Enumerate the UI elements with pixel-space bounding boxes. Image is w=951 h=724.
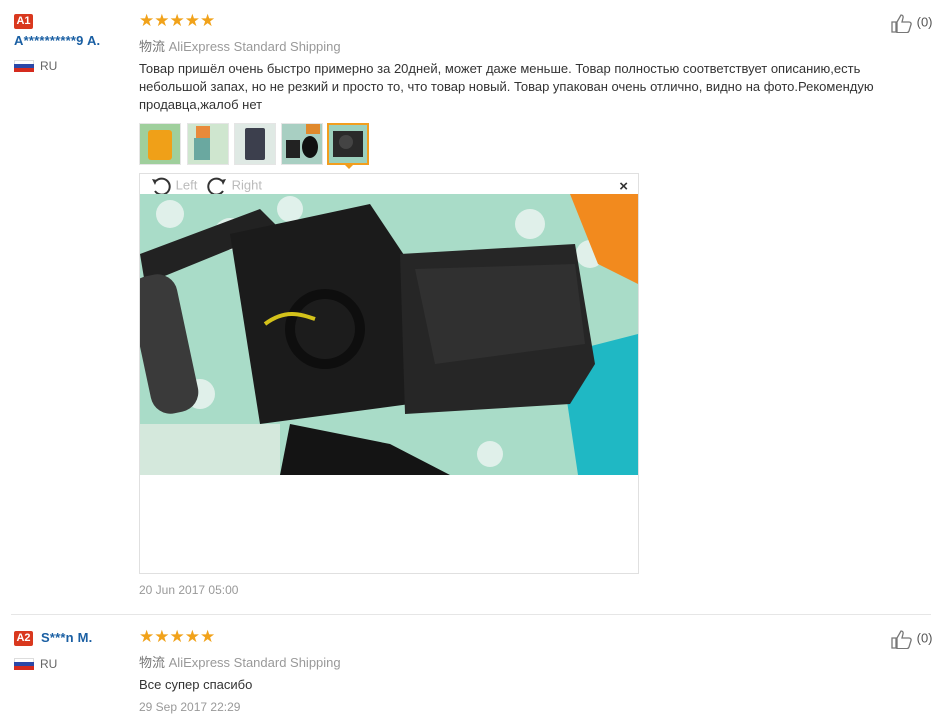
helpful-button[interactable]: (0): [891, 629, 933, 650]
buyer-level-badge: A1: [14, 14, 33, 29]
review-date: 29 Sep 2017 22:29: [139, 700, 241, 714]
russia-flag-icon: [14, 657, 34, 670]
rotate-left-label: Left: [175, 177, 198, 193]
buyer-name[interactable]: A**********9 A.: [14, 33, 100, 48]
rotate-left-icon: [152, 177, 171, 196]
close-icon[interactable]: ×: [619, 178, 628, 195]
star-rating: ★★★★★: [139, 11, 216, 30]
photo-thumbnail[interactable]: [281, 123, 323, 165]
review-photo: [140, 194, 638, 475]
helpful-count: (0): [916, 14, 933, 30]
country-code: RU: [40, 657, 58, 671]
thumbs-up-icon: [891, 630, 912, 650]
shipping-method: AliExpress Standard Shipping: [168, 39, 341, 54]
photo-thumbnail[interactable]: [139, 123, 181, 165]
review-text: Товар пришёл очень быстро примерно за 20…: [139, 61, 874, 112]
country-code: RU: [40, 59, 58, 73]
rotate-left-button[interactable]: Left: [150, 176, 197, 196]
buyer-country: RU: [14, 59, 57, 73]
selected-thumbnail-indicator: [343, 163, 355, 169]
star-rating: ★★★★★: [139, 627, 216, 646]
review-divider: [11, 614, 931, 615]
helpful-count: (0): [916, 630, 933, 646]
russia-flag-icon: [14, 59, 34, 72]
buyer-name[interactable]: S***n M.: [41, 630, 92, 645]
buyer-country: RU: [14, 657, 57, 671]
photo-viewer: Left Right ×: [139, 173, 639, 574]
buyer-level-badge: A2: [14, 631, 33, 646]
logistics-label: 物流: [139, 39, 166, 54]
shipping-method: AliExpress Standard Shipping: [168, 655, 341, 670]
photo-thumbnail-selected[interactable]: [327, 123, 369, 165]
rotate-right-label: Right: [231, 177, 262, 193]
review-date: 20 Jun 2017 05:00: [139, 583, 239, 597]
logistics-label: 物流: [139, 655, 166, 670]
photo-thumbnail[interactable]: [187, 123, 229, 165]
rotate-right-button[interactable]: Right: [206, 176, 262, 196]
rotate-right-icon: [207, 177, 226, 196]
thumbs-up-icon: [891, 14, 912, 34]
photo-thumbnail[interactable]: [234, 123, 276, 165]
shipping-info: 物流 AliExpress Standard Shipping: [139, 36, 341, 55]
review-text: Все супер спасибо: [139, 677, 253, 692]
helpful-button[interactable]: (0): [891, 13, 933, 34]
shipping-info: 物流 AliExpress Standard Shipping: [139, 652, 341, 671]
